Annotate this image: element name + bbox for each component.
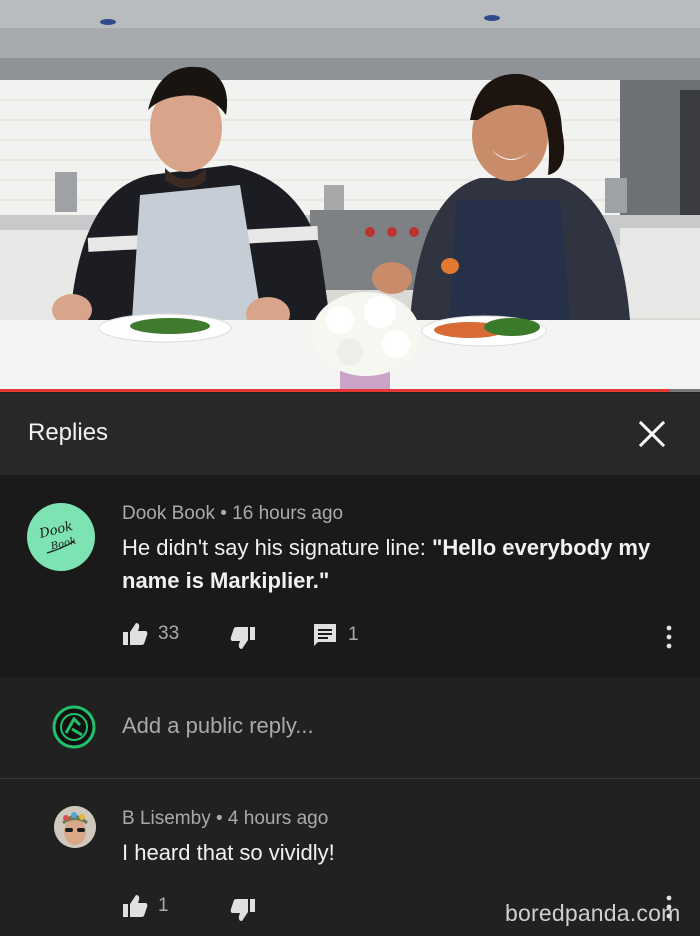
comment-meta: Dook Book • 16 hours ago: [122, 503, 343, 525]
comment-text: He didn't say his signature line: "Hello…: [122, 531, 682, 597]
reply-count: 1: [348, 624, 359, 645]
video-frame: [0, 0, 700, 392]
thumbs-down-icon: [230, 626, 256, 650]
replies-header: Replies: [0, 393, 700, 475]
avatar[interactable]: Dook Book: [27, 503, 95, 571]
comment-icon: [312, 622, 338, 648]
meta-separator: •: [220, 503, 227, 524]
close-icon: [639, 421, 665, 447]
dook-book-avatar-logo: Dook Book: [37, 519, 77, 554]
video-progress-bar[interactable]: [0, 389, 700, 392]
reply-avatar[interactable]: [54, 806, 96, 848]
reply-like-button[interactable]: 1: [122, 894, 169, 918]
reply-text: I heard that so vividly!: [122, 840, 335, 865]
reply-count-button[interactable]: 1: [312, 622, 359, 648]
like-count: 33: [158, 623, 180, 644]
watermark: boredpanda.com: [505, 900, 681, 926]
comment-menu-button[interactable]: [664, 624, 674, 650]
add-reply-section: [0, 677, 700, 779]
add-reply-input[interactable]: Add a public reply...: [122, 713, 314, 739]
reply-dislike-button[interactable]: [230, 898, 256, 922]
replies-title: Replies: [28, 419, 109, 446]
thumbs-up-icon: [122, 894, 148, 918]
thumbs-down-icon: [230, 898, 256, 922]
user-logo-icon: [52, 705, 96, 749]
current-user-avatar: [52, 705, 96, 749]
reply-time: 4 hours ago: [227, 808, 329, 829]
video-progress-fill: [0, 389, 670, 392]
dislike-button[interactable]: [230, 626, 256, 650]
reply-author[interactable]: B Lisemby: [122, 808, 211, 829]
more-vert-icon: [664, 624, 674, 650]
meta-separator: •: [215, 808, 223, 829]
close-button[interactable]: [632, 414, 672, 454]
like-button[interactable]: 33: [122, 622, 179, 646]
video-player[interactable]: [0, 0, 700, 392]
thumbs-up-icon: [122, 622, 148, 646]
reply-avatar-photo: [54, 806, 96, 848]
comment-text-plain: He didn't say his signature line:: [122, 535, 432, 560]
comment-time: 16 hours ago: [232, 503, 344, 524]
reply-like-count: 1: [158, 895, 169, 916]
reply-meta: B Lisemby • 4 hours ago: [122, 808, 328, 830]
comment-author[interactable]: Dook Book: [122, 503, 215, 524]
